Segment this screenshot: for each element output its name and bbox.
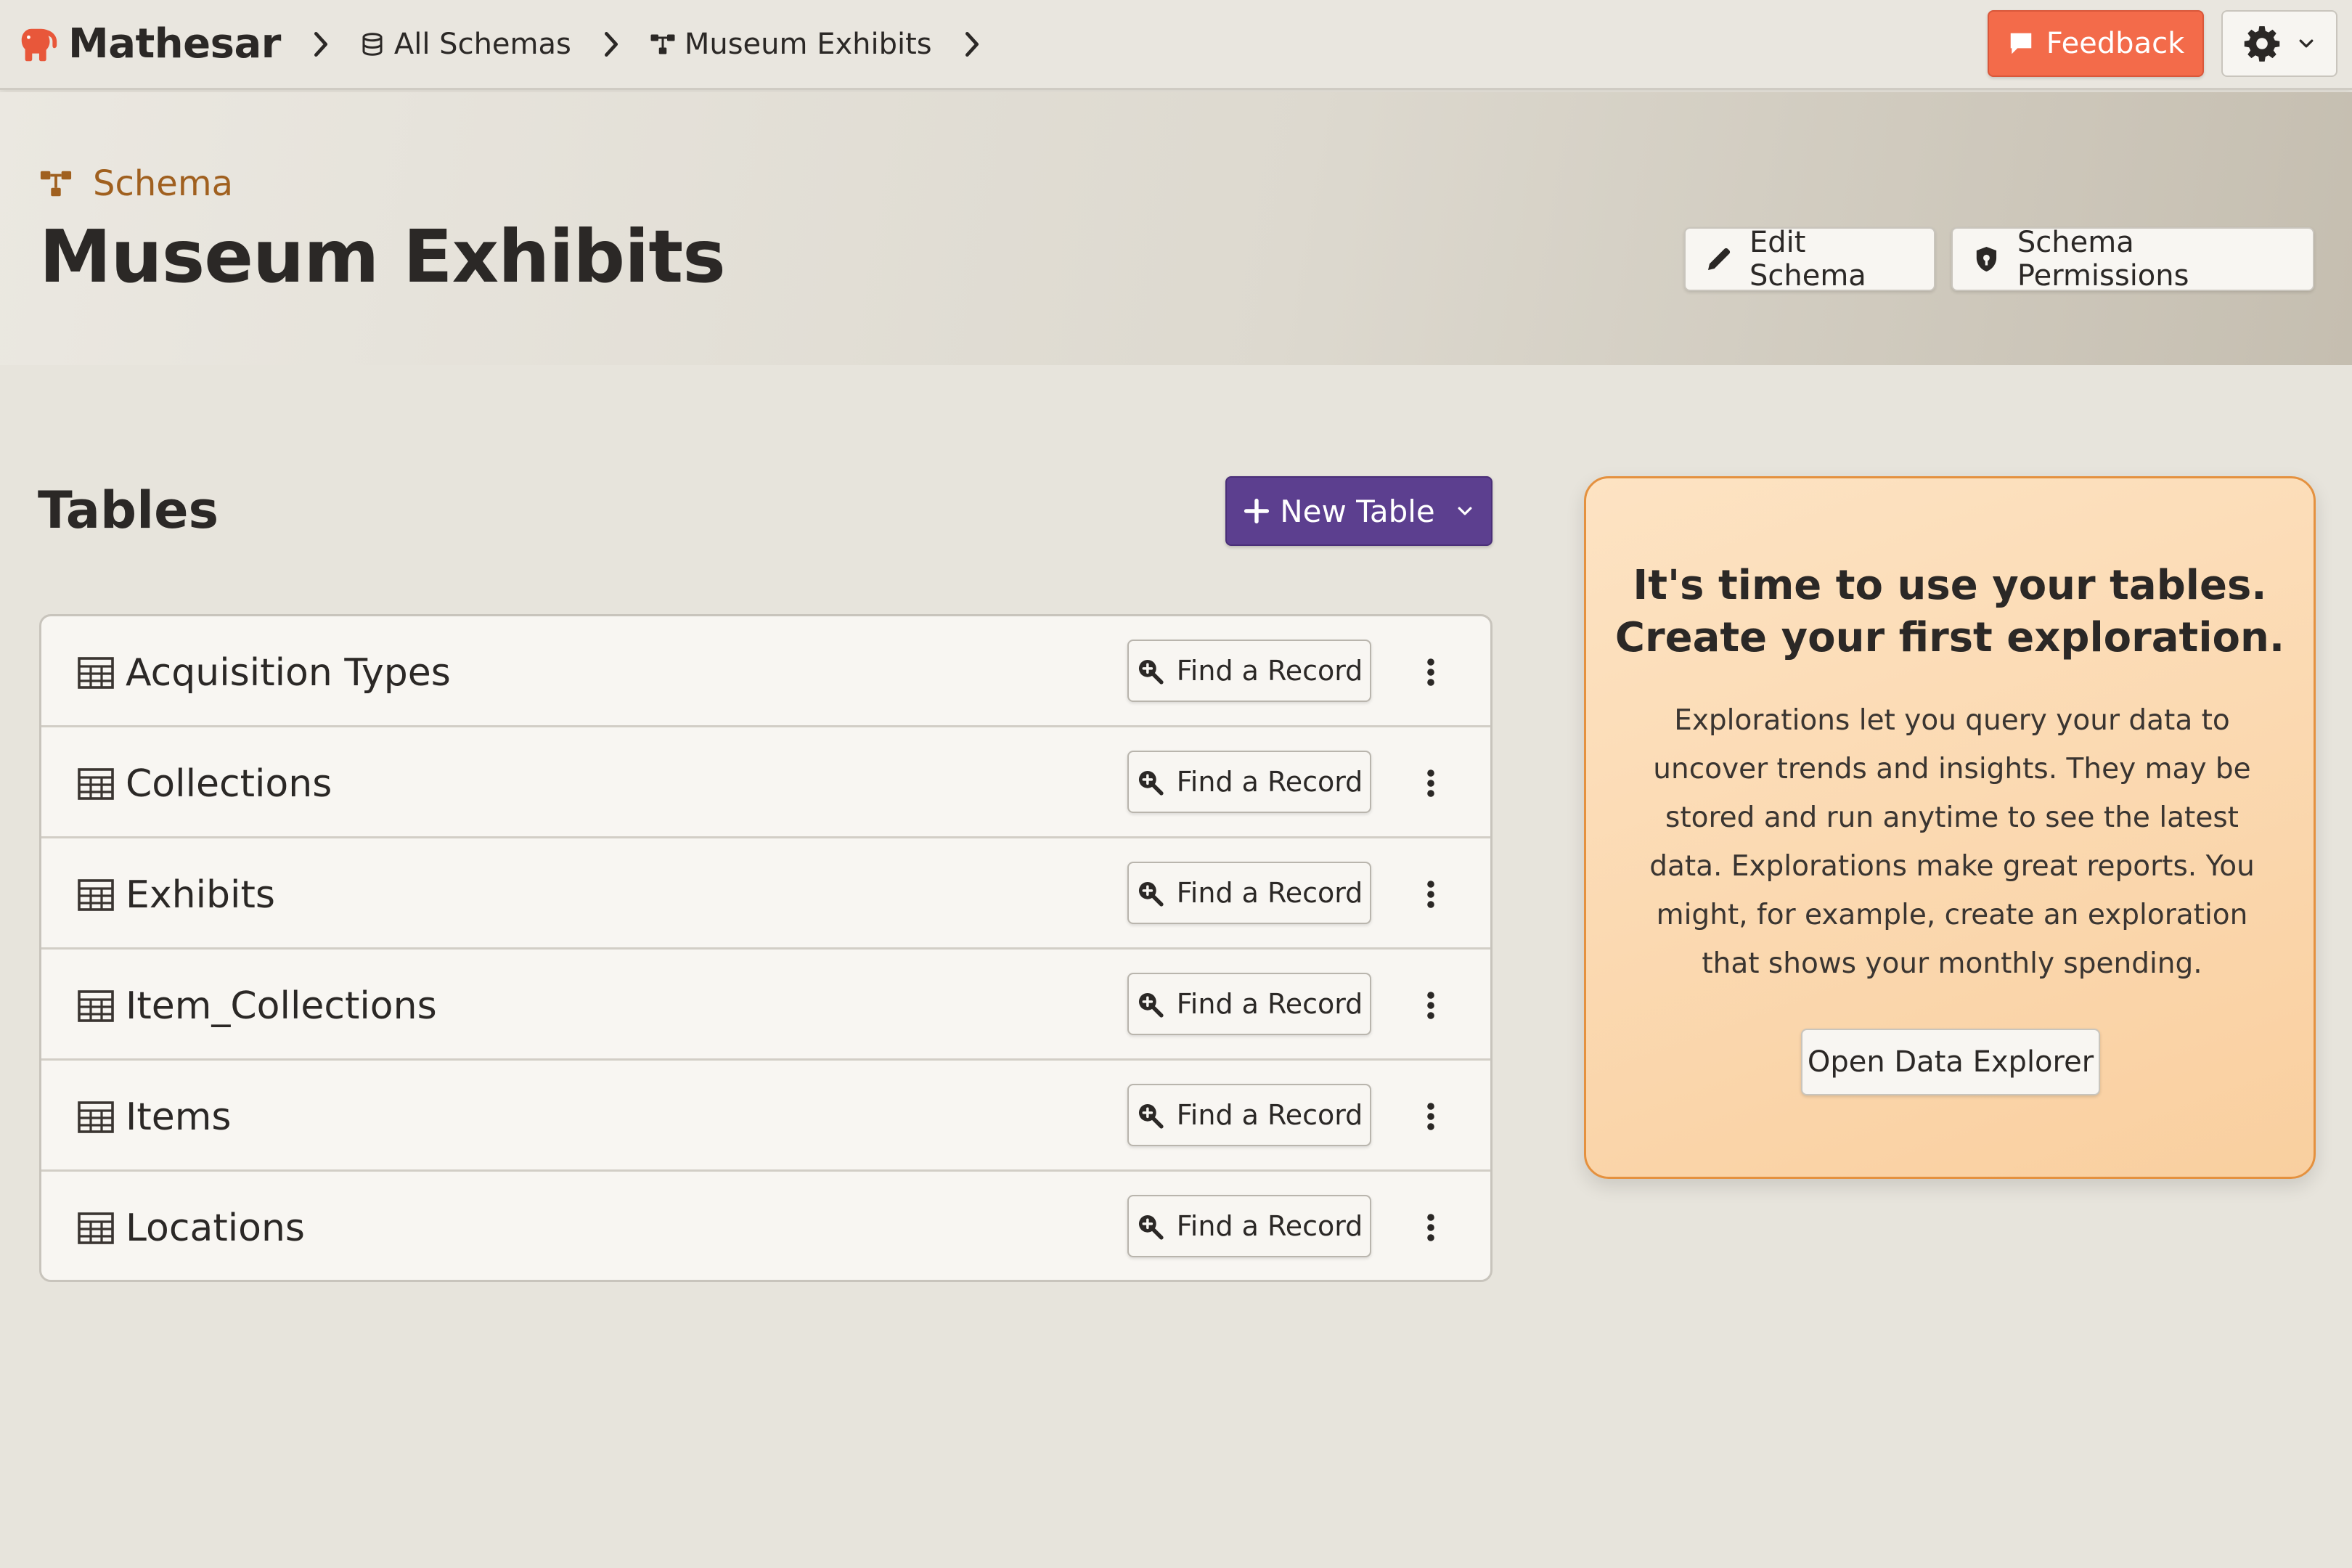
exploration-promo-title-line2: Create your first exploration. [1614,614,2285,661]
table-icon [78,657,114,689]
edit-schema-label: Edit Schema [1749,226,1866,293]
table-name-link[interactable]: Acquisition Types [126,651,451,695]
table-row-menu-button[interactable] [1412,984,1450,1026]
breadcrumb-label: Museum Exhibits [684,27,932,61]
table-row[interactable]: Items Find a Record [41,1061,1490,1172]
table-icon [78,879,114,911]
table-row[interactable]: Item_Collections Find a Record [41,950,1490,1061]
home-link[interactable]: Mathesar [16,20,281,68]
table-row[interactable]: Collections Find a Record [41,727,1490,838]
table-row-menu-button[interactable] [1412,1095,1450,1138]
breadcrumb-label: All Schemas [393,27,571,61]
search-plus-icon [1138,1103,1164,1129]
schema-icon [650,34,675,54]
table-row[interactable]: Locations Find a Record [41,1172,1490,1280]
app-name: Mathesar [68,20,281,68]
breadcrumb-current-schema[interactable]: Museum Exhibits [650,28,932,61]
elephant-logo-icon [21,28,57,61]
settings-menu-button[interactable] [2221,10,2337,77]
search-plus-icon [1138,1214,1164,1240]
breadcrumb-all-schemas[interactable]: All Schemas [359,28,571,61]
find-a-record-label: Find a Record [1176,1099,1363,1131]
top-navigation-bar: Mathesar All Schemas Museum Exhibits Fee… [0,0,2352,90]
find-a-record-button[interactable]: Find a Record [1127,751,1371,813]
more-vertical-icon [1427,992,1434,1019]
search-plus-icon [1138,770,1164,796]
chevron-right-icon [314,31,327,57]
find-a-record-button[interactable]: Find a Record [1127,640,1371,702]
edit-schema-button[interactable]: Edit Schema [1684,226,1935,293]
find-a-record-label: Find a Record [1176,988,1363,1020]
find-a-record-label: Find a Record [1176,766,1363,798]
more-vertical-icon [1427,1214,1434,1241]
table-list: Acquisition Types Find a Record Collection… [39,614,1493,1282]
table-row-menu-button[interactable] [1412,873,1450,915]
shield-icon [1976,246,1997,272]
table-name-link[interactable]: Collections [126,762,332,806]
chat-bubble-icon [2010,33,2031,54]
open-data-explorer-label: Open Data Explorer [1807,1045,2094,1079]
search-plus-icon [1138,881,1164,907]
chevron-right-icon [604,31,618,57]
new-table-label: New Table [1280,493,1435,529]
exploration-promo-card: It's time to use your tables. Create you… [1584,476,2316,1179]
eyebrow-text: Schema [93,163,233,204]
find-a-record-button[interactable]: Find a Record [1127,1084,1371,1146]
database-icon [362,32,383,56]
more-vertical-icon [1427,769,1434,797]
table-row[interactable]: Exhibits Find a Record [41,838,1490,950]
find-a-record-button[interactable]: Find a Record [1127,862,1371,924]
chevron-down-icon [1458,507,1472,515]
plus-icon [1244,498,1270,524]
exploration-promo-title: It's time to use your tables. Create you… [1586,560,2314,664]
exploration-promo-title-line1: It's time to use your tables. [1633,562,2267,609]
table-name-link[interactable]: Locations [126,1206,305,1250]
chevron-down-icon [2299,39,2314,48]
find-a-record-label: Find a Record [1176,877,1363,909]
page-type-label: Schema [39,163,233,204]
find-a-record-label: Find a Record [1176,1210,1363,1242]
open-data-explorer-button[interactable]: Open Data Explorer [1801,1029,2100,1095]
find-a-record-label: Find a Record [1176,655,1363,687]
table-icon [78,1212,114,1244]
feedback-button[interactable]: Feedback [1988,10,2204,77]
find-a-record-button[interactable]: Find a Record [1127,973,1371,1035]
tables-heading: Tables [38,481,219,540]
table-icon [78,990,114,1022]
table-icon [78,1101,114,1133]
find-a-record-button[interactable]: Find a Record [1127,1195,1371,1257]
schema-permissions-button[interactable]: Schema Permissions [1951,226,2314,293]
gear-icon [2244,26,2280,62]
pencil-icon [1707,248,1731,270]
table-row-menu-button[interactable] [1412,762,1450,804]
feedback-label: Feedback [2046,27,2185,60]
new-table-button[interactable]: New Table [1225,476,1493,546]
schema-header: Schema Museum Exhibits Edit Schema Schem… [0,92,2352,365]
page-title: Museum Exhibits [39,214,726,299]
table-name-link[interactable]: Item_Collections [126,984,437,1028]
table-row[interactable]: Acquisition Types Find a Record [41,616,1490,727]
table-name-link[interactable]: Exhibits [126,873,275,917]
schema-icon [40,171,72,197]
exploration-promo-body: Explorations let you query your data to … [1649,704,2255,980]
table-row-menu-button[interactable] [1412,1206,1450,1249]
table-name-link[interactable]: Items [126,1095,231,1139]
table-row-menu-button[interactable] [1412,651,1450,693]
schema-permissions-label: Schema Permissions [2017,226,2189,293]
chevron-right-icon[interactable] [961,30,983,59]
more-vertical-icon [1427,881,1434,908]
more-vertical-icon [1427,658,1434,686]
more-vertical-icon [1427,1103,1434,1130]
search-plus-icon [1138,992,1164,1018]
table-icon [78,768,114,800]
search-plus-icon [1138,659,1164,685]
